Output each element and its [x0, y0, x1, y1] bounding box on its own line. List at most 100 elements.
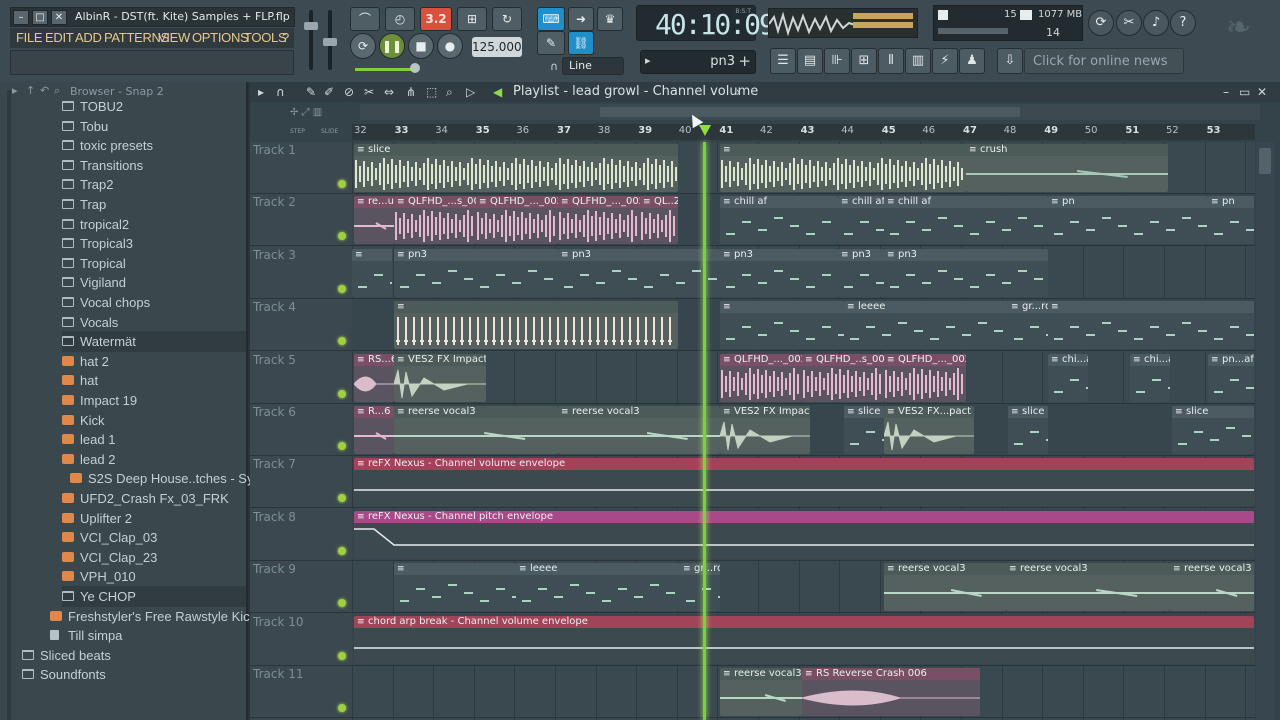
playhead-marker[interactable]	[699, 125, 711, 136]
clip-slice[interactable]: slice	[354, 144, 678, 192]
track-header[interactable]: Track 2	[250, 194, 352, 247]
track-enable-led[interactable]	[338, 180, 346, 188]
clip-leeee[interactable]: leeee	[844, 301, 1008, 350]
clip-reverse-vocal-5[interactable]: reerse vocal3	[1170, 563, 1254, 612]
minimize-icon[interactable]: –	[13, 10, 29, 25]
time-display[interactable]: 40:10:09 B:S:T	[636, 5, 776, 41]
slice-tool-icon[interactable]: ⋔	[406, 85, 416, 99]
menu-edit[interactable]: EDIT	[45, 30, 74, 45]
snap-select[interactable]: Line	[562, 57, 624, 75]
pattern-selector[interactable]: ▸ pn3 +	[640, 50, 756, 74]
close-icon[interactable]: ✕	[51, 10, 67, 25]
playhead[interactable]	[703, 142, 706, 720]
browser-item[interactable]: Soundfonts	[22, 664, 246, 685]
browser-item[interactable]: Watermät	[62, 331, 246, 353]
track-header[interactable]: Track 11	[250, 666, 352, 718]
menu-view[interactable]: VIEW	[158, 30, 190, 45]
typing-keyboard-icon[interactable]: ⌨	[537, 7, 565, 31]
clip-qlfhd-2[interactable]: QLFHD_..._002a	[476, 196, 558, 245]
browser-item[interactable]: Sliced beats	[22, 645, 246, 666]
clip-pattern-t9-1[interactable]	[394, 563, 516, 612]
clip-slice-3[interactable]: slice	[844, 406, 884, 454]
browser-item[interactable]: VCI_Clap_23	[62, 547, 246, 568]
clip-qlfhd-1[interactable]: QLFHD_...s_002a	[394, 196, 476, 245]
step-edit-icon[interactable]: ⊞	[457, 7, 487, 31]
track-enable-led[interactable]	[338, 232, 346, 241]
track-header[interactable]: Track 10	[250, 614, 352, 666]
browser-item[interactable]: lead 2	[62, 449, 246, 470]
clip-reverse-vocal-4[interactable]: reerse vocal3	[1006, 563, 1170, 612]
step-sequencer-icon[interactable]: ⊞	[851, 48, 877, 74]
browser-item[interactable]: tropical2	[62, 214, 246, 235]
clip-chill-2[interactable]: chill af	[838, 196, 884, 245]
clip-qlfhd-4[interactable]: QL..2a	[640, 196, 678, 245]
playlist-minimize-icon[interactable]: –	[1223, 85, 1229, 99]
track-header[interactable]: Track 9	[250, 561, 352, 614]
browser-collapse-icon[interactable]: ▸	[12, 84, 18, 97]
browser-item[interactable]: Uplifter 2	[62, 508, 246, 529]
clip-r6[interactable]: R...6	[354, 406, 394, 454]
playlist-icon[interactable]: ☰	[770, 48, 796, 74]
mixer-window-icon[interactable]: ⫴	[878, 48, 904, 74]
loop-record-icon[interactable]: ↻	[492, 7, 522, 31]
track-enable-led[interactable]	[338, 494, 346, 503]
clip-reverse-vocal-2[interactable]: reerse vocal3	[558, 406, 720, 454]
maximize-icon[interactable]: □	[32, 10, 48, 25]
mute-tool-icon[interactable]: ✂	[364, 85, 374, 99]
timeline-ruler[interactable]: 32 33 34 35 36 37 38 39 40 41 42 43 44 45 46 47 48 49 50 51…	[352, 124, 1255, 140]
clip-pn3-5[interactable]: pn3	[884, 248, 1048, 297]
snap-magnet-icon[interactable]: ∩	[276, 85, 285, 99]
track-enable-led[interactable]	[338, 599, 346, 608]
browser-item[interactable]: Freshstyler's Free Rawstyle Kick	[50, 606, 256, 627]
clip-rs[interactable]: RS...6	[354, 353, 394, 402]
menu-file[interactable]: FILE	[16, 30, 43, 45]
browser-item[interactable]: TOBU2	[62, 96, 246, 117]
browser-item[interactable]: Vocal chops	[62, 292, 246, 313]
metronome-icon[interactable]: ⌒	[350, 7, 380, 31]
clip-nexus-pitch-envelope[interactable]: reFX Nexus - Channel pitch envelope	[354, 510, 1254, 559]
bpm-mode-button[interactable]: 3.2	[420, 7, 452, 31]
browser-item[interactable]: Kick	[62, 410, 246, 431]
clip-pn-af[interactable]: pn...af	[1208, 353, 1254, 402]
clip-leeee-2[interactable]: leeee	[516, 563, 680, 612]
clip-reverse-crash[interactable]: RS Reverse Crash 006	[802, 668, 980, 716]
cpu-memory-panel[interactable]: 15 1077 MB 14	[933, 5, 1083, 41]
clip-grro[interactable]: gr...ro	[1008, 301, 1048, 350]
track-enable-led[interactable]	[338, 337, 346, 346]
clip-pn-1[interactable]: pn	[1048, 196, 1208, 245]
menu-tools[interactable]: TOOLS	[244, 30, 287, 45]
delete-tool-icon[interactable]: ⊘	[344, 85, 354, 99]
browser-item[interactable]: Trap2	[62, 174, 246, 195]
browser-item[interactable]: S2S Deep House..tches - Sylenth	[70, 468, 282, 489]
browser-scrollbar[interactable]	[7, 90, 11, 720]
browser-window-icon[interactable]: ▥	[905, 48, 931, 74]
playlist-maximize-icon[interactable]: ▭	[1239, 85, 1250, 99]
clip-chi-1[interactable]: chi...af	[1048, 353, 1088, 402]
master-volume-knob[interactable]	[304, 22, 318, 30]
clip-kick-pattern[interactable]	[394, 301, 678, 350]
browser-item[interactable]: hat	[62, 370, 246, 391]
pencil-tool-icon[interactable]: ✎	[306, 85, 316, 99]
browser-item[interactable]: VPH_010	[62, 566, 246, 587]
arrow-icon[interactable]: ➜	[568, 7, 594, 31]
vertical-scrollbar[interactable]	[1256, 142, 1274, 720]
clip-qlfhd-6[interactable]: QLFHD_..s_002a	[802, 353, 884, 402]
track-enable-led[interactable]	[338, 546, 346, 555]
tempo-display[interactable]: 125.000	[472, 37, 522, 57]
piano-roll-icon[interactable]: ▤	[797, 48, 823, 74]
plugin-icon[interactable]: ⚡	[932, 48, 958, 74]
track-header[interactable]: Track 3	[250, 247, 352, 299]
menu-add[interactable]: ADD	[75, 30, 102, 45]
clip-pattern-small[interactable]	[352, 248, 392, 297]
slip-tool-icon[interactable]: ⇔	[384, 85, 394, 99]
browser-item[interactable]: Tropical3	[62, 233, 246, 254]
stop-button[interactable]: ■	[408, 33, 434, 59]
browser-item[interactable]: toxic presets	[62, 135, 246, 156]
playlist-grid[interactable]: slicecrushre...utQLFHD_...s_002aQLFHD_..…	[352, 142, 1255, 720]
master-pitch-knob[interactable]	[323, 38, 337, 46]
wait-icon[interactable]: ◴	[385, 7, 415, 31]
track-enable-led[interactable]	[338, 284, 346, 293]
browser-item[interactable]: Transitions	[62, 155, 246, 176]
clip-reverse-vocal-6[interactable]: reerse vocal3	[720, 668, 802, 716]
refresh-icon[interactable]: ⟳	[1088, 10, 1114, 36]
